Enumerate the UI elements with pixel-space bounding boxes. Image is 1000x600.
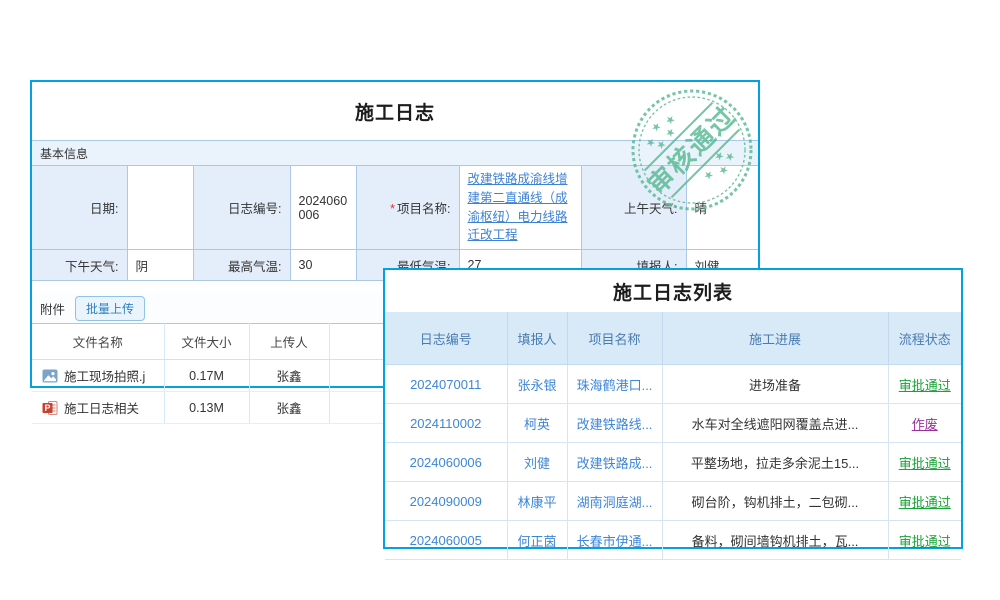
form-panel-title: 施工日志 — [32, 82, 758, 140]
status-link[interactable]: 审批通过 — [899, 456, 951, 471]
batch-upload-button[interactable]: 批量上传 — [75, 296, 145, 321]
log-table-row: 2024110002 柯英 改建铁路线... 水车对全线遮阳网覆盖点进... 作… — [385, 404, 961, 443]
file-uploader: 张鑫 — [249, 360, 329, 392]
log-table-row: 2024060005 何正茵 长春市伊通... 备料，砌间墙钩机排土，瓦... … — [385, 521, 961, 560]
file-size: 0.13M — [164, 392, 249, 424]
col-header-project: 项目名称 — [567, 312, 662, 365]
project-name[interactable]: 改建铁路线... — [577, 417, 653, 432]
am-weather-label: 上午天气: — [581, 166, 686, 250]
col-header-status: 流程状态 — [888, 312, 961, 365]
col-header-log-no: 日志编号 — [385, 312, 507, 365]
status-link[interactable]: 审批通过 — [899, 378, 951, 393]
attachments-label: 附件 — [40, 299, 65, 318]
reporter-name[interactable]: 柯英 — [524, 417, 550, 432]
col-header-progress: 施工进展 — [662, 312, 888, 365]
progress-text: 砌台阶，钩机排土，二包砌... — [662, 482, 888, 521]
basic-info-section-header: 基本信息 — [32, 140, 758, 166]
reporter-name[interactable]: 张永银 — [517, 378, 556, 393]
file-name[interactable]: 施工现场拍照.j — [64, 366, 145, 385]
construction-log-list-panel: 施工日志列表 日志编号 填报人 项目名称 施工进展 流程状态 202407001… — [383, 268, 963, 549]
project-name[interactable]: 改建铁路成... — [577, 456, 653, 471]
progress-text: 平整场地，拉走多余泥土15... — [662, 443, 888, 482]
col-header-uploader: 上传人 — [249, 324, 329, 360]
log-no-link[interactable]: 2024110002 — [410, 416, 481, 431]
log-no-link[interactable]: 2024090009 — [410, 494, 482, 509]
pm-weather-label: 下午天气: — [32, 250, 127, 281]
reporter-name[interactable]: 刘健 — [524, 456, 550, 471]
col-header-file-size: 文件大小 — [164, 324, 249, 360]
status-link[interactable]: 作废 — [912, 417, 938, 432]
log-no-link[interactable]: 2024060006 — [410, 455, 482, 470]
list-panel-title: 施工日志列表 — [385, 270, 961, 312]
am-weather-value: 晴 — [686, 166, 758, 250]
svg-text:P: P — [44, 403, 50, 413]
log-list-table: 日志编号 填报人 项目名称 施工进展 流程状态 2024070011 张永银 珠… — [385, 312, 961, 560]
max-temp-label: 最高气温: — [193, 250, 290, 281]
project-name-link[interactable]: 改建铁路成渝线增建第二直通线（成渝枢纽）电力线路迁改工程 — [468, 172, 568, 242]
max-temp-value: 30 — [290, 250, 356, 281]
log-no-value: 2024060006 — [290, 166, 356, 250]
col-header-reporter: 填报人 — [507, 312, 567, 365]
status-link[interactable]: 审批通过 — [899, 495, 951, 510]
image-file-icon — [42, 368, 58, 384]
progress-text: 进场准备 — [662, 365, 888, 404]
pm-weather-value: 阴 — [127, 250, 193, 281]
date-field[interactable] — [127, 166, 193, 250]
col-header-file-name: 文件名称 — [32, 324, 164, 360]
status-link[interactable]: 审批通过 — [899, 534, 951, 549]
reporter-name[interactable]: 林康平 — [517, 495, 556, 510]
project-name[interactable]: 长春市伊通... — [577, 534, 653, 549]
project-name[interactable]: 珠海鹤港口... — [577, 378, 653, 393]
file-uploader: 张鑫 — [249, 392, 329, 424]
required-asterisk: * — [390, 202, 395, 216]
reporter-name[interactable]: 何正茵 — [517, 534, 556, 549]
date-label: 日期: — [32, 166, 127, 250]
log-table-row: 2024090009 林康平 湖南洞庭湖... 砌台阶，钩机排土，二包砌... … — [385, 482, 961, 521]
log-no-link[interactable]: 2024070011 — [410, 377, 481, 392]
log-table-row: 2024060006 刘健 改建铁路成... 平整场地，拉走多余泥土15... … — [385, 443, 961, 482]
log-no-label: 日志编号: — [193, 166, 290, 250]
project-name-label: *项目名称: — [356, 166, 459, 250]
progress-text: 备料，砌间墙钩机排土，瓦... — [662, 521, 888, 560]
log-no-link[interactable]: 2024060005 — [410, 533, 482, 548]
basic-info-table: 日期: 日志编号: 2024060006 *项目名称: 改建铁路成渝线增建第二直… — [32, 166, 758, 281]
file-size: 0.17M — [164, 360, 249, 392]
log-table-row: 2024070011 张永银 珠海鹤港口... 进场准备 审批通过 — [385, 365, 961, 404]
progress-text: 水车对全线遮阳网覆盖点进... — [662, 404, 888, 443]
file-name[interactable]: 施工日志相关 — [64, 398, 139, 417]
project-name[interactable]: 湖南洞庭湖... — [577, 495, 653, 510]
ppt-file-icon: P — [42, 400, 58, 416]
